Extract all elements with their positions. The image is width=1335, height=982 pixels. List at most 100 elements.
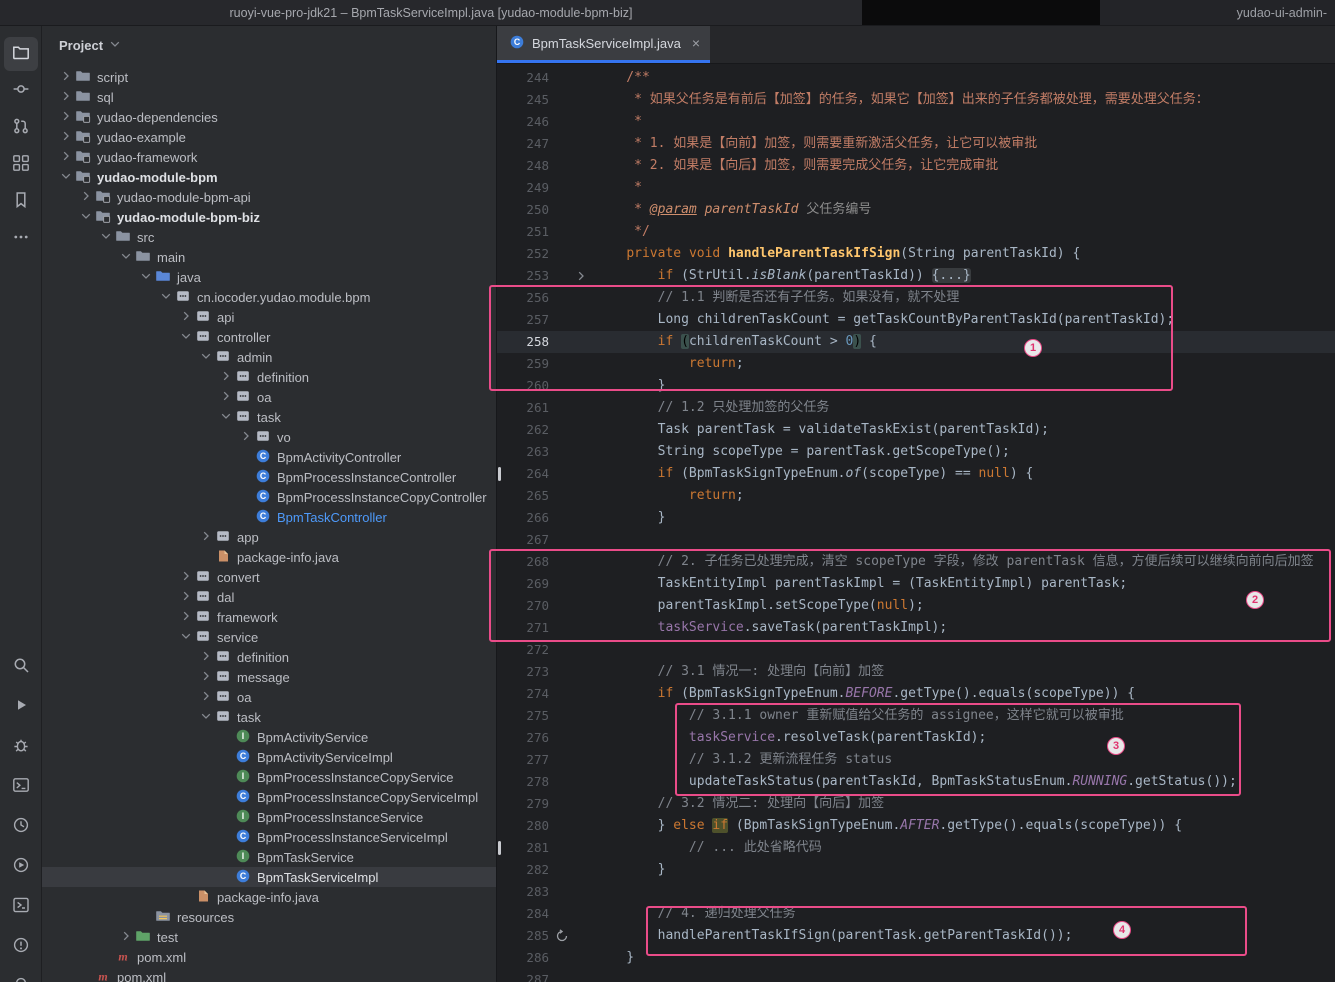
gutter[interactable]: 258: [497, 331, 593, 353]
gutter[interactable]: 268: [497, 551, 593, 573]
code-text[interactable]: if (childrenTaskCount > 0) {: [593, 331, 1335, 353]
tree-item[interactable]: script: [42, 67, 496, 87]
gutter[interactable]: 247: [497, 133, 593, 155]
tree-item[interactable]: app: [42, 527, 496, 547]
tree-item[interactable]: yudao-dependencies: [42, 107, 496, 127]
close-icon[interactable]: ×: [692, 35, 700, 51]
code-line[interactable]: 256 // 1.1 判断是否还有子任务。如果没有，就不处理: [497, 287, 1335, 309]
tree-item[interactable]: mpom.xml: [42, 967, 496, 982]
code-text[interactable]: * 1. 如果是【向前】加签，则需要重新激活父任务，让它可以被审批: [593, 133, 1335, 155]
chevron-right-icon[interactable]: [198, 688, 214, 707]
tree-item[interactable]: message: [42, 667, 496, 687]
chevron-down-icon[interactable]: [78, 208, 94, 227]
code-text[interactable]: [593, 529, 1335, 551]
tab-bpmtaskserviceimpl[interactable]: C BpmTaskServiceImpl.java ×: [497, 26, 710, 63]
gutter[interactable]: 287: [497, 969, 593, 982]
chevron-right-icon[interactable]: [58, 68, 74, 87]
code-line[interactable]: 283: [497, 881, 1335, 903]
line-number[interactable]: 281: [497, 837, 549, 859]
chevron-down-icon[interactable]: [58, 168, 74, 187]
tree-item[interactable]: oa: [42, 687, 496, 707]
code-text[interactable]: }: [593, 375, 1335, 397]
chevron-right-icon[interactable]: [238, 428, 254, 447]
line-number[interactable]: 247: [497, 133, 549, 155]
chevron-right-icon[interactable]: [198, 528, 214, 547]
tree-item[interactable]: task: [42, 707, 496, 727]
line-number[interactable]: 279: [497, 793, 549, 815]
more-icon[interactable]: [4, 222, 38, 256]
run-icon[interactable]: [4, 690, 38, 724]
line-number[interactable]: 269: [497, 573, 549, 595]
tree-item[interactable]: IBpmActivityService: [42, 727, 496, 747]
gutter[interactable]: 267: [497, 529, 593, 551]
code-line[interactable]: 258 if (childrenTaskCount > 0) {: [497, 331, 1335, 353]
gutter[interactable]: 284: [497, 903, 593, 925]
code-text[interactable]: * 2. 如果是【向后】加签，则需要完成父任务，让它完成审批: [593, 155, 1335, 177]
line-number[interactable]: 274: [497, 683, 549, 705]
problems-icon[interactable]: [4, 930, 38, 964]
line-number[interactable]: 276: [497, 727, 549, 749]
line-number[interactable]: 286: [497, 947, 549, 969]
gutter[interactable]: 266: [497, 507, 593, 529]
gutter[interactable]: 274: [497, 683, 593, 705]
code-text[interactable]: TaskEntityImpl parentTaskImpl = (TaskEnt…: [593, 573, 1335, 595]
code-text[interactable]: // ... 此处省略代码: [593, 837, 1335, 859]
code-line[interactable]: 248 * 2. 如果是【向后】加签，则需要完成父任务，让它完成审批: [497, 155, 1335, 177]
tree-item[interactable]: CBpmProcessInstanceCopyServiceImpl: [42, 787, 496, 807]
recursive-call-icon[interactable]: [555, 929, 569, 943]
code-line[interactable]: 244 /**: [497, 67, 1335, 89]
tree-item[interactable]: resources: [42, 907, 496, 927]
chevron-right-icon[interactable]: [178, 308, 194, 327]
code-line[interactable]: 261 // 1.2 只处理加签的父任务: [497, 397, 1335, 419]
tree-item[interactable]: task: [42, 407, 496, 427]
gutter[interactable]: 256: [497, 287, 593, 309]
code-text[interactable]: // 3.2 情况二: 处理向【向后】加签: [593, 793, 1335, 815]
code-line[interactable]: 268 // 2. 子任务已处理完成，清空 scopeType 字段，修改 pa…: [497, 551, 1335, 573]
code-text[interactable]: updateTaskStatus(parentTaskId, BpmTaskSt…: [593, 771, 1335, 793]
line-number[interactable]: 282: [497, 859, 549, 881]
gutter[interactable]: 269: [497, 573, 593, 595]
chevron-down-icon[interactable]: [198, 348, 214, 367]
gutter[interactable]: 249: [497, 177, 593, 199]
code-line[interactable]: 246 *: [497, 111, 1335, 133]
chevron-right-icon[interactable]: [218, 388, 234, 407]
gutter[interactable]: 277: [497, 749, 593, 771]
line-number[interactable]: 245: [497, 89, 549, 111]
services-icon[interactable]: [4, 850, 38, 884]
code-line[interactable]: 259 return;: [497, 353, 1335, 375]
code-line[interactable]: 253 if (StrUtil.isBlank(parentTaskId)) {…: [497, 265, 1335, 287]
code-line[interactable]: 245 * 如果父任务是有前后【加签】的任务，如果它【加签】出来的子任务都被处理…: [497, 89, 1335, 111]
chevron-right-icon[interactable]: [198, 668, 214, 687]
gutter[interactable]: 263: [497, 441, 593, 463]
build-icon[interactable]: [4, 890, 38, 924]
fold-chevron-icon[interactable]: [573, 268, 589, 284]
tree-item[interactable]: yudao-module-bpm-api: [42, 187, 496, 207]
line-number[interactable]: 244: [497, 67, 549, 89]
gutter[interactable]: 280: [497, 815, 593, 837]
gutter[interactable]: 261: [497, 397, 593, 419]
code-text[interactable]: if (BpmTaskSignTypeEnum.of(scopeType) ==…: [593, 463, 1335, 485]
code-line[interactable]: 287: [497, 969, 1335, 982]
gutter[interactable]: 248: [497, 155, 593, 177]
tree-item[interactable]: definition: [42, 647, 496, 667]
chevron-right-icon[interactable]: [178, 588, 194, 607]
gutter[interactable]: 245: [497, 89, 593, 111]
notifications-icon[interactable]: [4, 970, 38, 982]
chevron-down-icon[interactable]: [218, 408, 234, 427]
tree-item[interactable]: sql: [42, 87, 496, 107]
code-line[interactable]: 275 // 3.1.1 owner 重新赋值给父任务的 assignee，这样…: [497, 705, 1335, 727]
gutter[interactable]: 279: [497, 793, 593, 815]
line-number[interactable]: 262: [497, 419, 549, 441]
tree-item[interactable]: api: [42, 307, 496, 327]
line-number[interactable]: 278: [497, 771, 549, 793]
line-number[interactable]: 283: [497, 881, 549, 903]
code-text[interactable]: } else if (BpmTaskSignTypeEnum.AFTER.get…: [593, 815, 1335, 837]
bookmarks-icon[interactable]: [4, 185, 38, 219]
code-line[interactable]: 285 handleParentTaskIfSign(parentTask.ge…: [497, 925, 1335, 947]
code-text[interactable]: Task parentTask = validateTaskExist(pare…: [593, 419, 1335, 441]
line-number[interactable]: 285: [497, 925, 549, 947]
tree-item[interactable]: yudao-module-bpm: [42, 167, 496, 187]
line-number[interactable]: 258: [497, 331, 549, 353]
tree-item[interactable]: IBpmProcessInstanceCopyService: [42, 767, 496, 787]
tree-item[interactable]: CBpmTaskController: [42, 507, 496, 527]
